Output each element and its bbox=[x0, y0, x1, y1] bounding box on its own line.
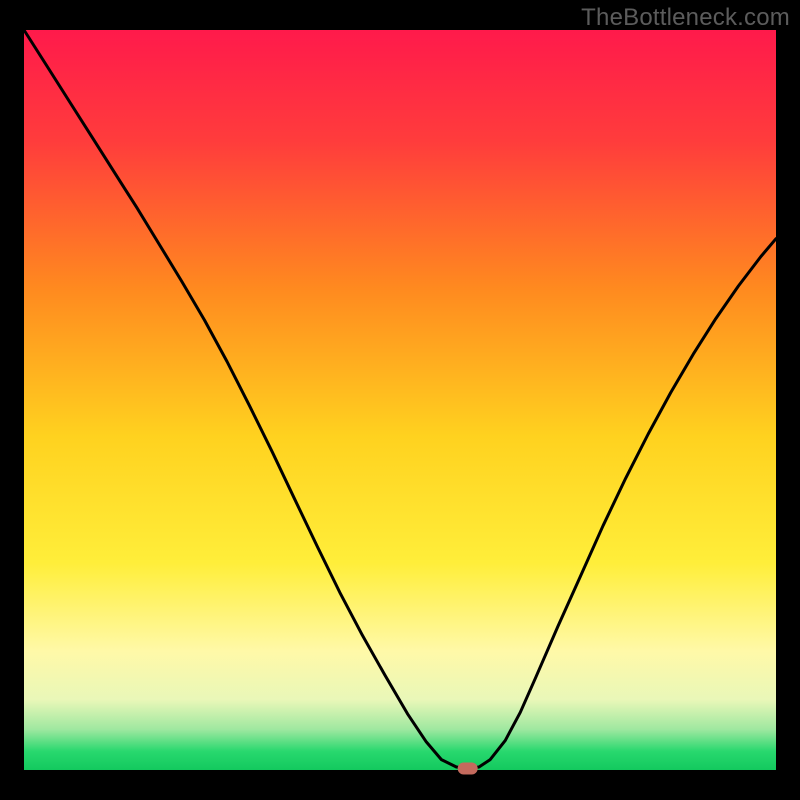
chart-frame: TheBottleneck.com bbox=[0, 0, 800, 800]
optimal-marker bbox=[458, 763, 478, 775]
watermark-label: TheBottleneck.com bbox=[581, 4, 790, 32]
gradient-background bbox=[24, 30, 776, 770]
bottleneck-chart bbox=[0, 0, 800, 800]
